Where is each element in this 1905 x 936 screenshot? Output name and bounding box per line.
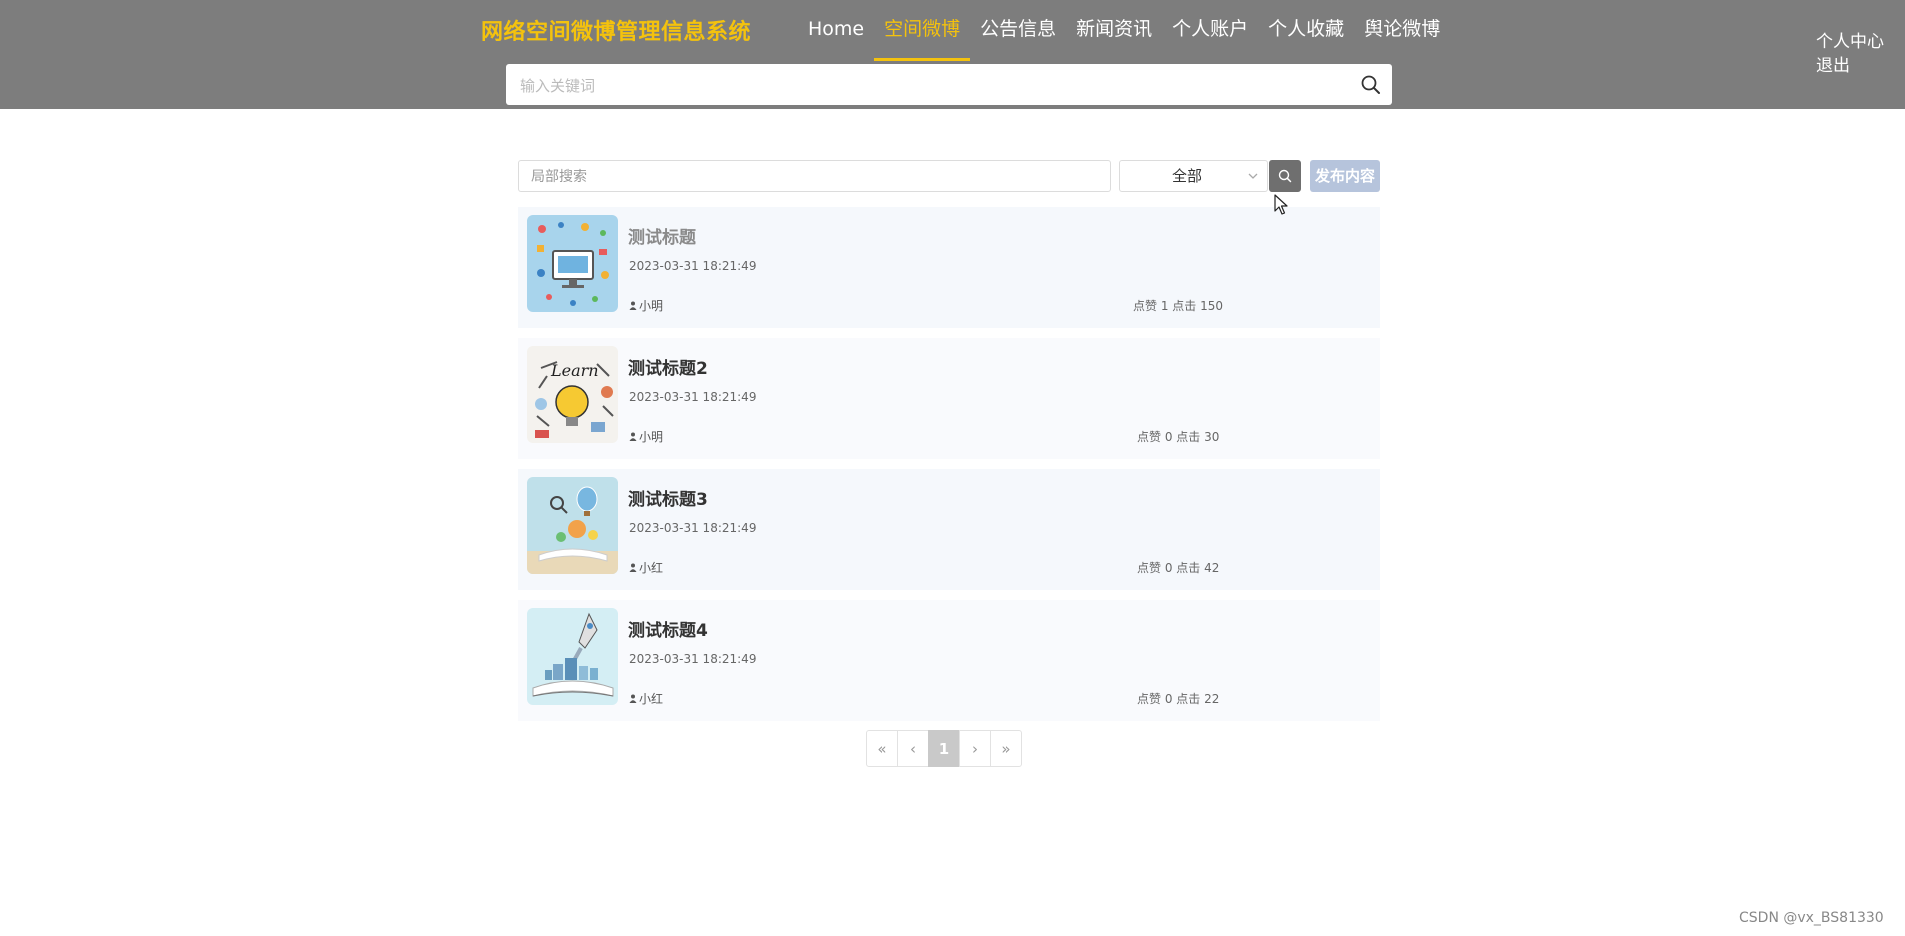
user-links: 个人中心 退出 bbox=[1816, 30, 1884, 78]
category-select[interactable]: 全部 bbox=[1119, 160, 1268, 192]
nav-space-weibo[interactable]: 空间微博 bbox=[874, 0, 971, 61]
user-icon bbox=[629, 563, 637, 572]
page-last-button[interactable]: » bbox=[990, 730, 1022, 767]
post-list: 测试标题 2023-03-31 18:21:49 小明 点赞 1 点击 150 … bbox=[518, 207, 1380, 731]
nav-personal-account[interactable]: 个人账户 bbox=[1162, 0, 1258, 61]
post-date: 2023-03-31 18:21:49 bbox=[629, 390, 757, 404]
local-search-input[interactable] bbox=[529, 161, 1093, 193]
search-icon[interactable] bbox=[1360, 74, 1382, 96]
list-item[interactable]: Learn 测试标题2 2023-03-31 18:21:49 小明 点赞 0 … bbox=[518, 338, 1380, 459]
nav-personal-favorites[interactable]: 个人收藏 bbox=[1258, 0, 1354, 61]
page-next-button[interactable]: › bbox=[959, 730, 991, 767]
user-icon bbox=[629, 432, 637, 441]
post-title[interactable]: 测试标题3 bbox=[628, 485, 708, 510]
post-date: 2023-03-31 18:21:49 bbox=[629, 652, 757, 666]
main-nav: Home 空间微博 公告信息 新闻资讯 个人账户 个人收藏 舆论微博 bbox=[798, 0, 1450, 62]
post-thumbnail bbox=[527, 477, 618, 574]
nav-news[interactable]: 新闻资讯 bbox=[1066, 0, 1162, 61]
post-author-name: 小明 bbox=[639, 430, 664, 444]
post-thumbnail bbox=[527, 608, 618, 705]
global-search-input[interactable] bbox=[518, 64, 1342, 107]
nav-opinion-weibo[interactable]: 舆论微博 bbox=[1354, 0, 1450, 61]
post-author: 小明 bbox=[629, 297, 663, 314]
list-item[interactable]: 测试标题4 2023-03-31 18:21:49 小红 点赞 0 点击 22 bbox=[518, 600, 1380, 721]
user-icon bbox=[629, 301, 637, 310]
post-author: 小红 bbox=[629, 559, 663, 576]
post-stats: 点赞 0 点击 22 bbox=[1137, 692, 1220, 706]
top-header: 网络空间微博管理信息系统 Home 空间微博 公告信息 新闻资讯 个人账户 个人… bbox=[0, 0, 1905, 109]
post-title[interactable]: 测试标题 bbox=[628, 223, 696, 248]
post-author-name: 小明 bbox=[639, 299, 664, 313]
global-search-bar bbox=[506, 64, 1392, 107]
filter-search-button[interactable] bbox=[1269, 160, 1301, 192]
post-author-name: 小红 bbox=[639, 692, 664, 706]
post-thumbnail bbox=[527, 215, 618, 312]
svg-text:Learn: Learn bbox=[550, 361, 599, 380]
logout-link[interactable]: 退出 bbox=[1816, 54, 1884, 78]
site-logo[interactable]: 网络空间微博管理信息系统 bbox=[481, 14, 751, 46]
post-thumbnail: Learn bbox=[527, 346, 618, 443]
local-search-box bbox=[518, 160, 1111, 193]
mouse-cursor-icon bbox=[1274, 194, 1288, 215]
user-icon bbox=[629, 694, 637, 703]
page-first-button[interactable]: « bbox=[866, 730, 898, 767]
post-stats: 点赞 0 点击 30 bbox=[1137, 430, 1220, 444]
post-author-name: 小红 bbox=[639, 561, 664, 575]
page-number-current[interactable]: 1 bbox=[928, 730, 960, 767]
search-icon bbox=[1278, 169, 1292, 183]
post-stats: 点赞 1 点击 150 bbox=[1133, 299, 1223, 313]
chevron-down-icon bbox=[1248, 173, 1258, 179]
list-item[interactable]: 测试标题 2023-03-31 18:21:49 小明 点赞 1 点击 150 bbox=[518, 207, 1380, 328]
post-author: 小红 bbox=[629, 690, 663, 707]
post-author: 小明 bbox=[629, 428, 663, 445]
filter-bar: 全部 发布内容 bbox=[518, 160, 1380, 193]
post-date: 2023-03-31 18:21:49 bbox=[629, 259, 757, 273]
post-title[interactable]: 测试标题4 bbox=[628, 616, 708, 641]
nav-home[interactable]: Home bbox=[798, 0, 874, 61]
user-center-link[interactable]: 个人中心 bbox=[1816, 30, 1884, 54]
page-prev-button[interactable]: ‹ bbox=[897, 730, 929, 767]
post-date: 2023-03-31 18:21:49 bbox=[629, 521, 757, 535]
category-select-value: 全部 bbox=[1171, 167, 1202, 185]
post-title[interactable]: 测试标题2 bbox=[628, 354, 708, 379]
pagination: « ‹ 1 › » bbox=[866, 730, 1022, 767]
post-stats: 点赞 0 点击 42 bbox=[1137, 561, 1220, 575]
publish-content-button[interactable]: 发布内容 bbox=[1310, 160, 1380, 192]
nav-announcements[interactable]: 公告信息 bbox=[970, 0, 1066, 61]
list-item[interactable]: 测试标题3 2023-03-31 18:21:49 小红 点赞 0 点击 42 bbox=[518, 469, 1380, 590]
watermark: CSDN @vx_BS81330 bbox=[1739, 910, 1884, 926]
